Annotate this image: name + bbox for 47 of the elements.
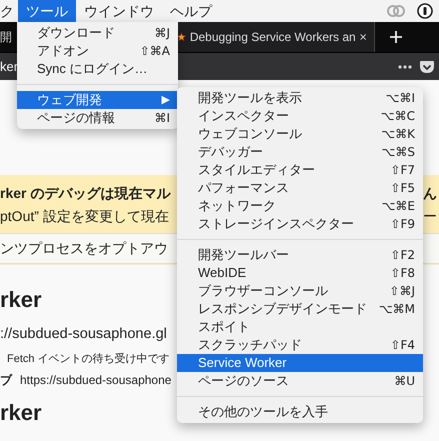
menu-item[interactable]: デバッガー ⌥⌘S xyxy=(177,143,423,161)
banner-text: ー xyxy=(423,207,437,226)
worker-url: ://subdued-sousaphone.gl xyxy=(0,326,167,342)
menu-item[interactable]: ページのソース ⌘U xyxy=(177,372,423,390)
menu-item[interactable]: ネットワーク ⌥⌘E xyxy=(177,197,423,215)
tab-title[interactable]: 開 xyxy=(0,28,12,46)
menu-item[interactable]: インスペクター ⌥⌘C xyxy=(177,107,423,125)
browser-tab[interactable]: Debugging Service Workers an xyxy=(175,22,375,52)
star-icon[interactable] xyxy=(177,30,186,44)
tab-title: Debugging Service Workers an xyxy=(190,29,356,46)
address-text[interactable]: ker xyxy=(0,56,18,76)
banner-text: rker のデバッグは現在マル xyxy=(0,184,170,203)
menu-item[interactable]: Service Worker xyxy=(177,354,423,372)
menu-item[interactable]: 開発ツールバー ⇧F2 xyxy=(177,246,423,264)
menu-item[interactable]: ページの情報 ⌘I xyxy=(17,109,178,127)
menu-item[interactable]: スタイルエディター ⇧F7 xyxy=(177,161,423,179)
section-heading: rker xyxy=(0,400,42,426)
scope-url: https://subdued-sousaphone xyxy=(20,372,172,390)
menu-item[interactable]: ストレージインスペクター ⇧F9 xyxy=(177,215,423,233)
menu-item[interactable]: ウェブコンソール ⌥⌘K xyxy=(177,125,423,143)
banner-text: ptOut” 設定を変更して現在 xyxy=(0,207,169,226)
menu-item[interactable]: ダウンロード ⌘J xyxy=(17,24,178,42)
scope-label: ブ xyxy=(0,372,12,390)
keyhole-icon[interactable] xyxy=(417,3,433,19)
status-text: Fetch イベントの待ち受け中です xyxy=(7,352,170,365)
chevron-shield-icon[interactable] xyxy=(419,60,435,74)
menu-item[interactable]: ウェブ開発 ▶ xyxy=(17,91,178,109)
menu-bar-item[interactable]: ヘルプ xyxy=(162,0,220,22)
section-heading: rker xyxy=(0,287,42,312)
menu-item[interactable]: スポイト xyxy=(177,318,423,336)
menu-item[interactable]: パフォーマンス ⇧F5 xyxy=(177,179,423,197)
menu-item[interactable]: ブラウザーコンソール ⇧⌘J xyxy=(177,282,423,300)
banner-text: ん xyxy=(423,184,437,203)
banner-button-text[interactable]: ンツプロセスをオプトアウ xyxy=(0,240,168,256)
menu-item[interactable]: アドオン ⇧⌘A xyxy=(17,42,178,60)
menu-bar-item[interactable]: ウインドウ xyxy=(76,0,162,22)
menu-item[interactable]: 開発ツールを表示 ⌥⌘I xyxy=(177,89,423,107)
menu-item[interactable]: Sync にログイン… xyxy=(17,60,178,78)
more-icon[interactable] xyxy=(397,64,413,70)
menu-item[interactable]: スクラッチパッド ⇧F4 xyxy=(177,336,423,354)
menu-item[interactable]: WebIDE ⇧F8 xyxy=(177,264,423,282)
menu-bar-item[interactable]: ク xyxy=(0,0,18,22)
menu-item[interactable]: その他のツールを入手 xyxy=(177,403,423,421)
menu-item[interactable]: レスポンシブデザインモード ⌥⌘M xyxy=(177,300,423,318)
close-icon[interactable] xyxy=(360,32,366,42)
menu-bar-item[interactable]: ツール xyxy=(18,0,76,22)
plus-icon[interactable] xyxy=(389,30,403,44)
